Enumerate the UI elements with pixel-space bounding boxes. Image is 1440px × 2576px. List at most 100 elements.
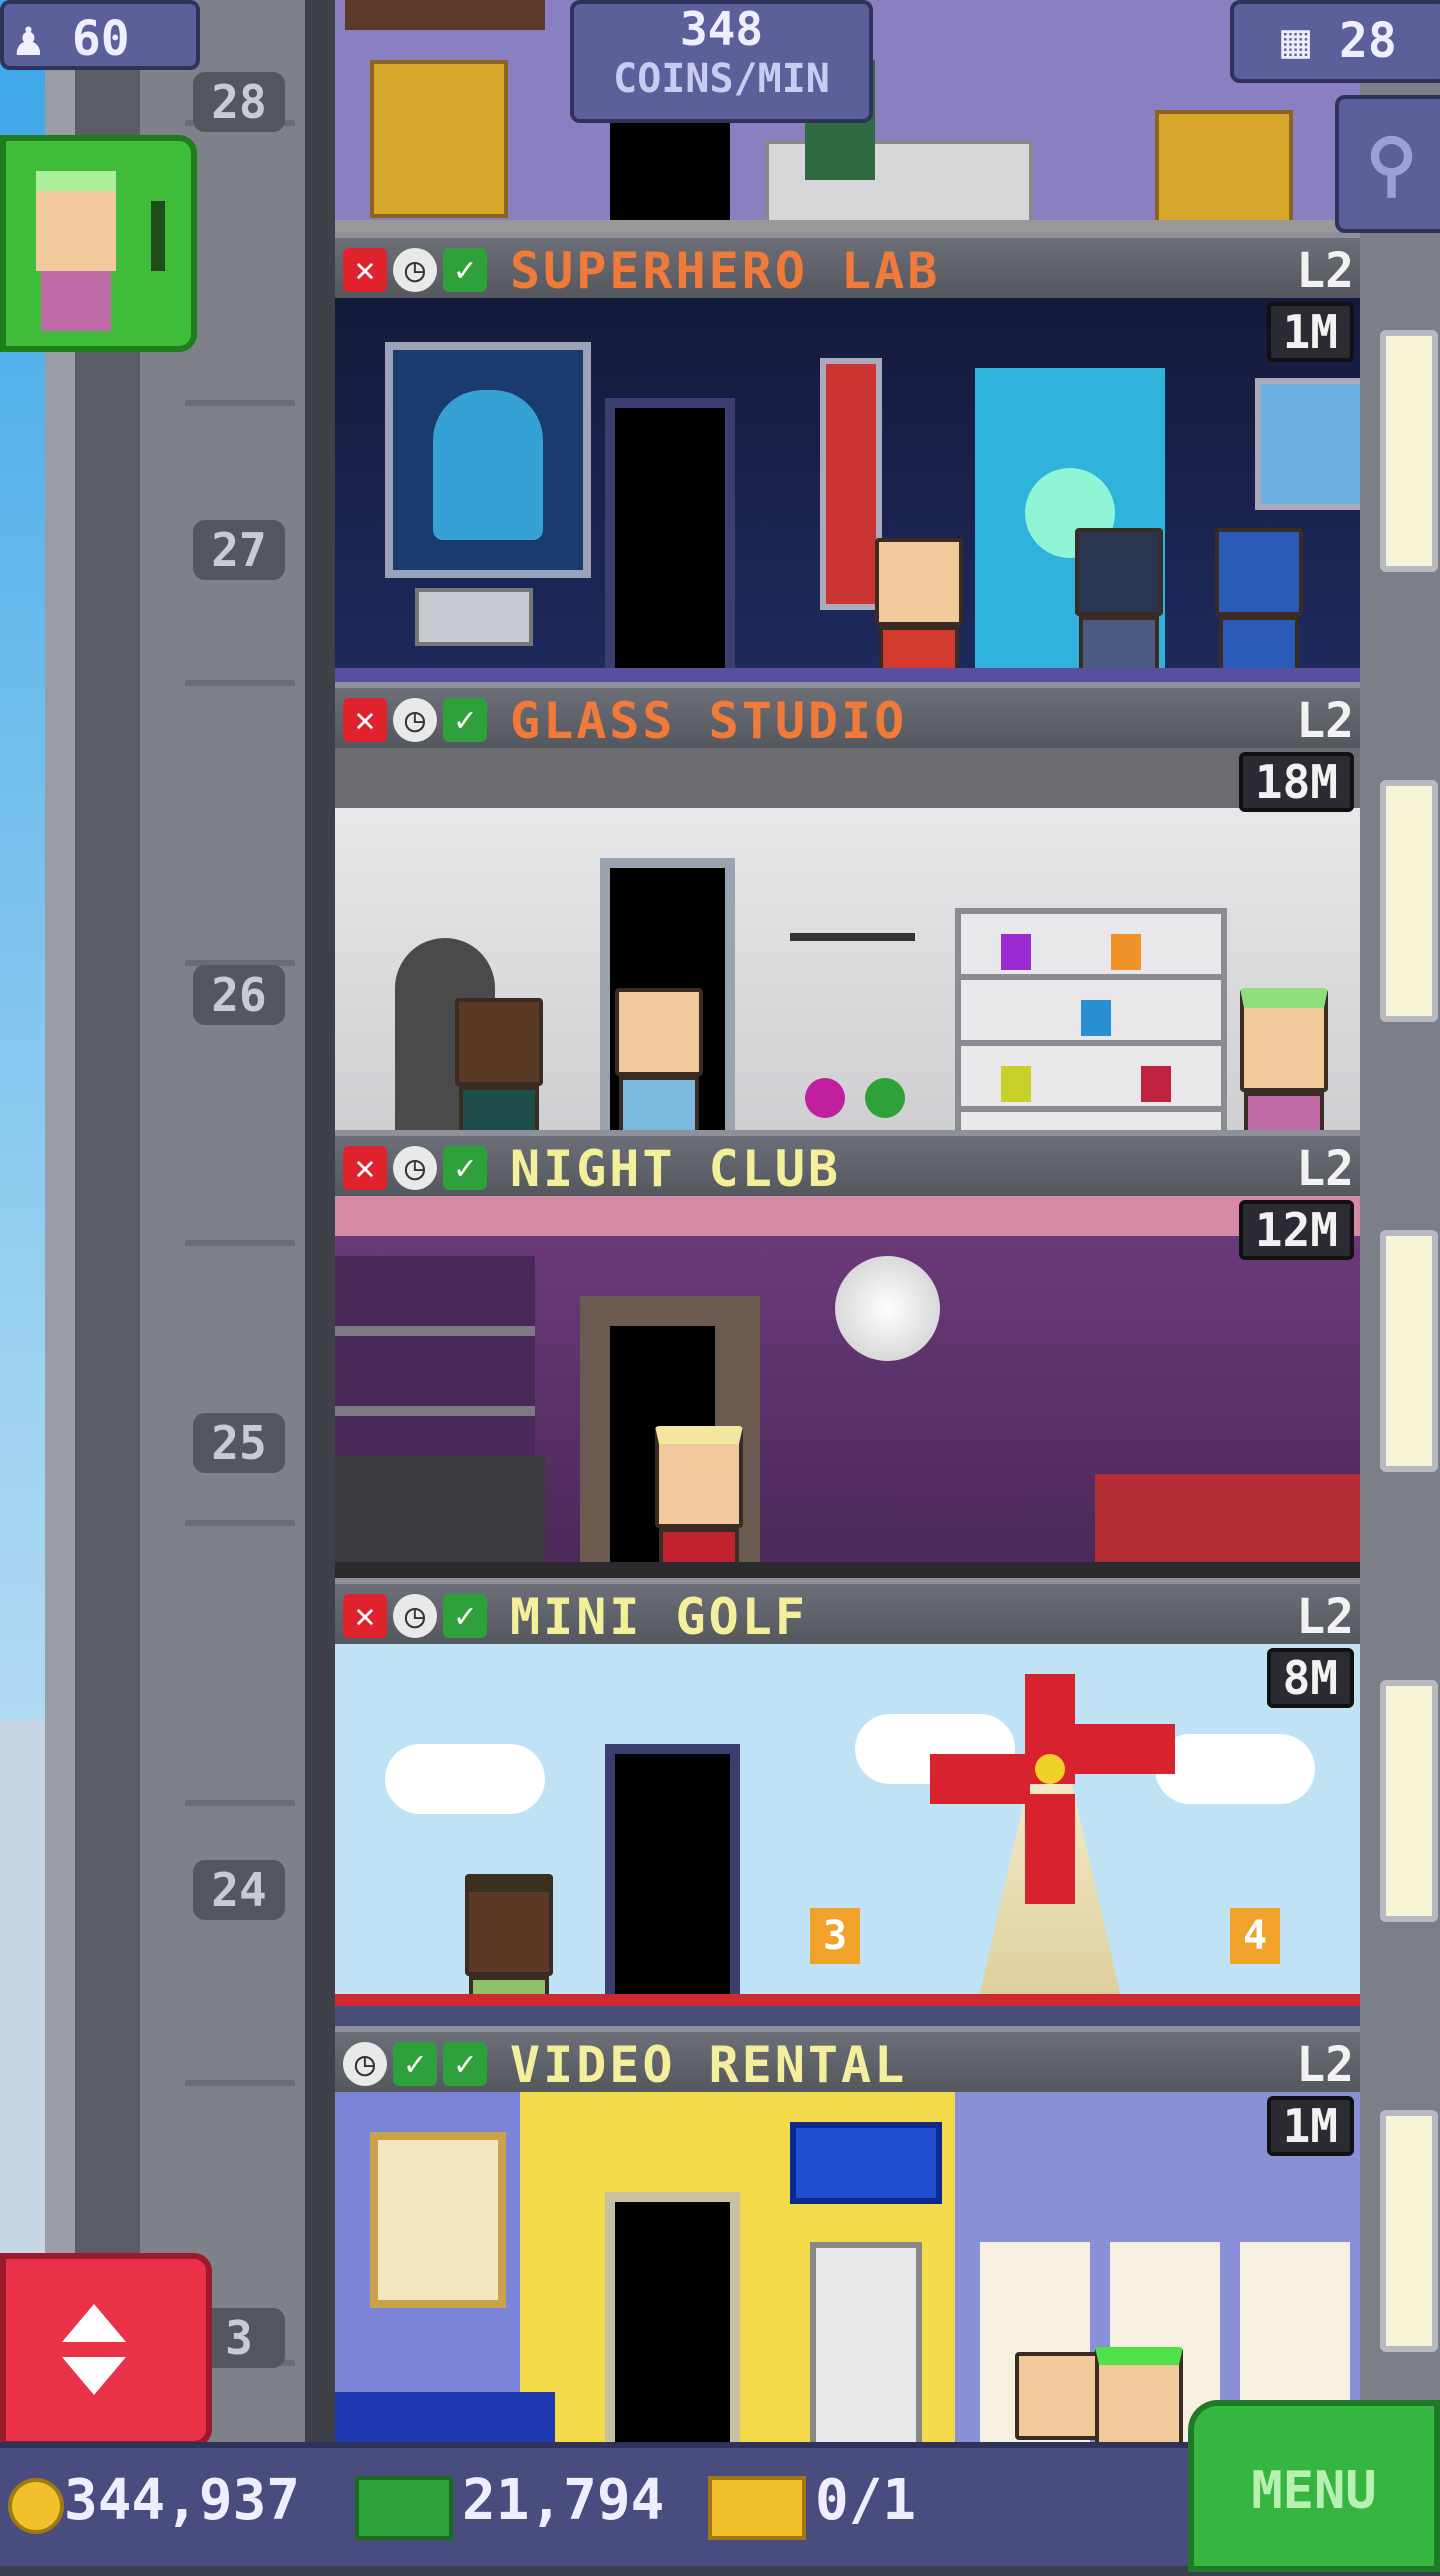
floor-level: L2	[1296, 2037, 1354, 2093]
visitor-character[interactable]	[615, 988, 703, 1130]
shaft-seam	[185, 1520, 295, 1526]
glass-bottle	[1081, 1000, 1111, 1036]
cloud	[385, 1744, 545, 1814]
tickets-value[interactable]: 0/1	[815, 2466, 916, 2536]
elevator-button[interactable]	[0, 2253, 212, 2447]
shaft-seam	[185, 400, 295, 406]
character-head	[875, 538, 963, 626]
ticket-icon	[708, 2476, 806, 2540]
floor-prize-badge[interactable]: 1M	[1266, 2096, 1354, 2156]
floor-status-icons: ✕ ◷ ✓	[343, 1594, 487, 1638]
visitor-notification-button[interactable]	[0, 135, 197, 352]
arrow-down-icon	[62, 2357, 126, 2395]
floor-prize-badge[interactable]: 12M	[1238, 1200, 1354, 1260]
floor-prize-badge[interactable]: 18M	[1238, 752, 1354, 812]
funnel-machine	[1155, 110, 1293, 232]
robin-character[interactable]	[875, 538, 963, 682]
menu-button[interactable]: MENU	[1188, 2400, 1440, 2572]
shaft-seam	[185, 2080, 295, 2086]
character-body	[1244, 1092, 1324, 1130]
cancel-icon[interactable]: ✕	[343, 248, 387, 292]
floor-number-26: 26	[193, 965, 285, 1025]
clock-icon[interactable]: ◷	[393, 698, 437, 742]
shaft-rail-right	[305, 0, 335, 2450]
check-icon[interactable]: ✓	[393, 2042, 437, 2086]
character-body	[459, 1086, 539, 1130]
batman-character[interactable]	[1075, 528, 1163, 682]
bux-value[interactable]: 21,794	[462, 2466, 664, 2536]
floor-status-icons: ◷ ✓ ✓	[343, 2042, 487, 2086]
floor-header: ◷ ✓ ✓ VIDEO RENTAL L2	[335, 2026, 1360, 2092]
shaft-rail-left	[45, 0, 75, 2450]
floor-name: GLASS STUDIO	[510, 692, 908, 750]
clock-icon[interactable]: ◷	[393, 1146, 437, 1190]
floor-glass-studio[interactable]: ✕ ◷ ✓ GLASS STUDIO L2 18M	[335, 682, 1360, 1130]
population-counter[interactable]: ♟ 60	[0, 0, 200, 70]
floor-night-club[interactable]: ✕ ◷ ✓ NIGHT CLUB L2 12M	[335, 1130, 1360, 1578]
floor-number-28: 28	[193, 72, 285, 132]
floors-counter[interactable]: ▦ 28	[1230, 0, 1440, 83]
shaft-seam	[185, 1800, 295, 1806]
sky-background	[0, 0, 45, 2560]
glass-shelf	[955, 908, 1227, 1130]
windmill-hub	[1035, 1754, 1065, 1784]
coins-value[interactable]: 344,937	[64, 2466, 300, 2536]
floor-number-25: 25	[193, 1413, 285, 1473]
check-icon[interactable]: ✓	[443, 248, 487, 292]
cancel-icon[interactable]: ✕	[343, 698, 387, 742]
windmill-blade	[1025, 1794, 1075, 1904]
character-head	[655, 1426, 743, 1528]
floor-level: L2	[1296, 243, 1354, 299]
floor-line	[335, 220, 1360, 232]
clock-icon[interactable]: ◷	[393, 248, 437, 292]
movie-poster	[370, 2132, 506, 2308]
dancer-character[interactable]	[655, 1426, 743, 1578]
glass-bottle	[1141, 1066, 1171, 1102]
person-icon: ♟	[14, 11, 43, 67]
floor-line	[335, 1994, 1360, 2006]
check-icon[interactable]: ✓	[443, 698, 487, 742]
hologram-monitor	[385, 342, 591, 578]
cancel-icon[interactable]: ✕	[343, 1146, 387, 1190]
floor-status-icons: ✕ ◷ ✓	[343, 1146, 487, 1190]
floor-level: L2	[1296, 1141, 1354, 1197]
windmill-blade	[930, 1754, 1030, 1804]
glass-vase	[865, 1078, 905, 1118]
glass-bottle	[1001, 1066, 1031, 1102]
elevator-shaft[interactable]: 28 27 26 25 24 3	[45, 0, 335, 2450]
golden-machine	[370, 60, 508, 218]
character-head	[465, 1874, 553, 1976]
floor-prize-badge[interactable]: 8M	[1266, 1648, 1354, 1708]
floor-name: MINI GOLF	[510, 1588, 808, 1646]
floor-base	[335, 2006, 1360, 2026]
check-icon[interactable]: ✓	[443, 1146, 487, 1190]
floor-name: NIGHT CLUB	[510, 1140, 842, 1198]
floor-header: ✕ ◷ ✓ MINI GOLF L2	[335, 1578, 1360, 1644]
bux-icon	[355, 2476, 453, 2540]
floor-video-rental[interactable]: ◷ ✓ ✓ VIDEO RENTAL L2 1M	[335, 2026, 1360, 2450]
worker-character[interactable]	[455, 998, 543, 1130]
floor-mini-golf[interactable]: ✕ ◷ ✓ MINI GOLF L2 8M 3 4	[335, 1578, 1360, 2026]
floors-value: 28	[1339, 13, 1397, 69]
floor-prize-badge[interactable]: 1M	[1266, 302, 1354, 362]
coins-per-minute-panel[interactable]: 348 COINS/MIN	[570, 0, 873, 123]
search-button[interactable]: ⚲	[1335, 95, 1440, 233]
floor-superhero-lab[interactable]: ✕ ◷ ✓ SUPERHERO LAB L2 1M	[335, 232, 1360, 682]
bar-counter	[335, 1456, 545, 1578]
visitor-body	[41, 271, 111, 331]
visitor-character[interactable]	[1095, 2347, 1183, 2449]
cancel-icon[interactable]: ✕	[343, 1594, 387, 1638]
shelf	[345, 0, 545, 30]
population-value: 60	[71, 11, 130, 67]
check-icon[interactable]: ✓	[443, 1594, 487, 1638]
clock-icon[interactable]: ◷	[343, 2042, 387, 2086]
clock-icon[interactable]: ◷	[393, 1594, 437, 1638]
captain-character[interactable]	[1215, 528, 1303, 682]
floor-status-icons: ✕ ◷ ✓	[343, 248, 487, 292]
floor-interior: 12M	[335, 1196, 1360, 1578]
check-icon[interactable]: ✓	[443, 2042, 487, 2086]
arcade-machine	[810, 2242, 922, 2450]
world-map-screen	[1255, 378, 1360, 510]
visitor-character[interactable]	[1240, 988, 1328, 1130]
visitor-character[interactable]	[1015, 2352, 1103, 2440]
